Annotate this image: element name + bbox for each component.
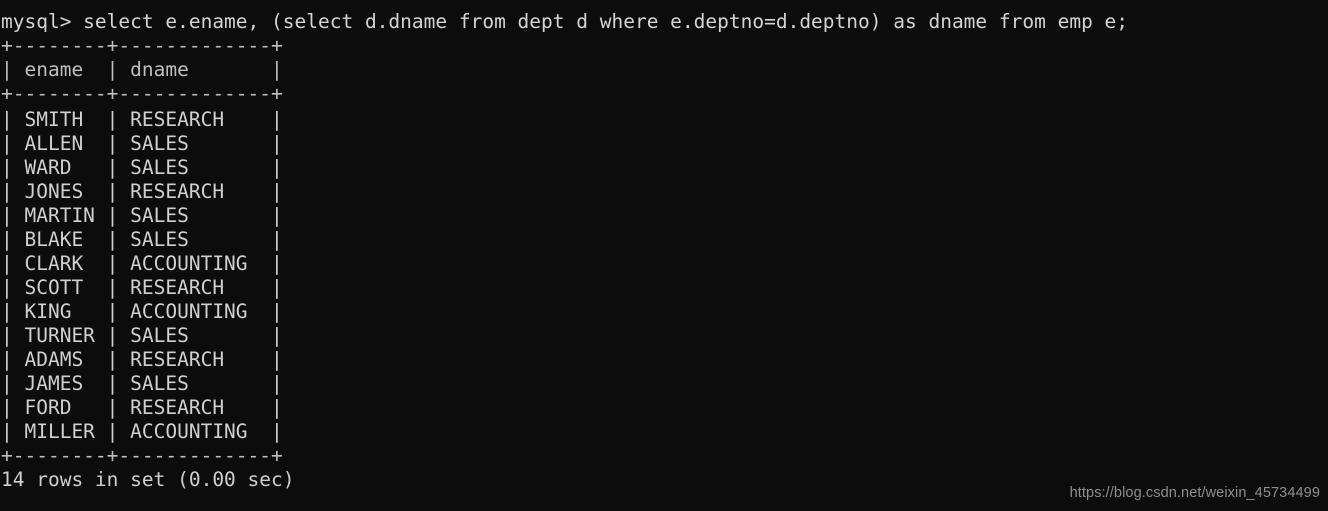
command-line[interactable]: mysql> select e.ename, (select d.dname f… (0, 10, 1128, 34)
table-row: | ALLEN | SALES | (1, 132, 283, 155)
table-row: | CLARK | ACCOUNTING | (1, 252, 283, 275)
table-header-row: | ename | dname | (1, 58, 283, 81)
table-border-bottom: +--------+-------------+ (1, 444, 283, 467)
table-row: | JONES | RESEARCH | (1, 180, 283, 203)
result-status-line: 14 rows in set (0.00 sec) (1, 468, 295, 491)
table-row: | MILLER | ACCOUNTING | (1, 420, 283, 443)
table-row: | SMITH | RESEARCH | (1, 108, 283, 131)
table-row: | ADAMS | RESEARCH | (1, 348, 283, 371)
table-row: | SCOTT | RESEARCH | (1, 276, 283, 299)
table-border-top: +--------+-------------+ (1, 34, 283, 57)
table-border-mid: +--------+-------------+ (1, 82, 283, 105)
table-row: | KING | ACCOUNTING | (1, 300, 283, 323)
table-row: | FORD | RESEARCH | (1, 396, 283, 419)
watermark-url: https://blog.csdn.net/weixin_45734499 (1069, 485, 1320, 501)
table-row: | JAMES | SALES | (1, 372, 283, 395)
table-row: | WARD | SALES | (1, 156, 283, 179)
table-row: | MARTIN | SALES | (1, 204, 283, 227)
terminal-window: mysql> select e.ename, (select d.dname f… (0, 0, 1328, 511)
table-row: | BLAKE | SALES | (1, 228, 283, 251)
table-row: | TURNER | SALES | (1, 324, 283, 347)
